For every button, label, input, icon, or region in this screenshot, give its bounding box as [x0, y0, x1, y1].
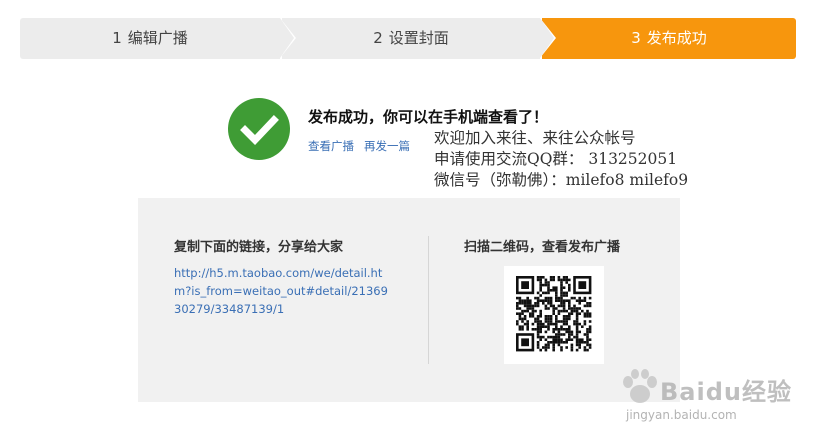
overlay-note-line: 申请使用交流QQ群： 313252051 [434, 150, 678, 168]
step-3-label: 发布成功 [646, 29, 707, 47]
step-3-number: 3 [631, 29, 641, 47]
step-2-number: 2 [373, 29, 383, 47]
step-progress-bar: 1 编辑广播 2 设置封面 3 发布成功 [20, 18, 796, 59]
copy-link-title: 复制下面的链接，分享给大家 [174, 240, 344, 255]
watermark-url: jingyan.baidu.com [626, 408, 737, 422]
step-2-label: 设置封面 [388, 29, 449, 47]
paw-logo-icon [623, 369, 657, 403]
checkmark-icon [228, 98, 290, 160]
step-1-number: 1 [112, 29, 122, 47]
post-another-link[interactable]: 再发一篇 [364, 139, 410, 153]
step-3-active: 3 发布成功 [542, 18, 796, 59]
step-separator-chevron [540, 18, 554, 58]
step-1: 1 编辑广播 [20, 18, 280, 59]
step-separator-chevron [280, 18, 294, 58]
success-links: 查看广播 再发一篇 [308, 138, 410, 154]
overlay-note-line: 欢迎加入来往、来往公众帐号 [434, 129, 636, 147]
view-broadcast-link[interactable]: 查看广播 [308, 139, 354, 153]
panel-divider [428, 236, 429, 364]
baidu-watermark: Baidu经验 jingyan.baidu.com [618, 368, 798, 434]
share-panel: 复制下面的链接，分享给大家 http://h5.m.taobao.com/we/… [138, 198, 680, 402]
overlay-note-line: 微信号（弥勒佛）：milefo8 milefo9 [434, 171, 689, 189]
qr-code-icon [504, 266, 604, 364]
scan-qr-title: 扫描二维码，查看发布广播 [464, 240, 621, 255]
watermark-brand: Baidu经验 [660, 378, 792, 406]
share-url-link[interactable]: http://h5.m.taobao.com/we/detail.htm?is_… [174, 264, 394, 318]
success-title: 发布成功，你可以在手机端查看了！ [308, 108, 549, 126]
overlay-note: 欢迎加入来往、来往公众帐号 申请使用交流QQ群： 313252051 微信号（弥… [434, 128, 688, 191]
step-2: 2 设置封面 [282, 18, 540, 59]
step-1-label: 编辑广播 [127, 29, 188, 47]
